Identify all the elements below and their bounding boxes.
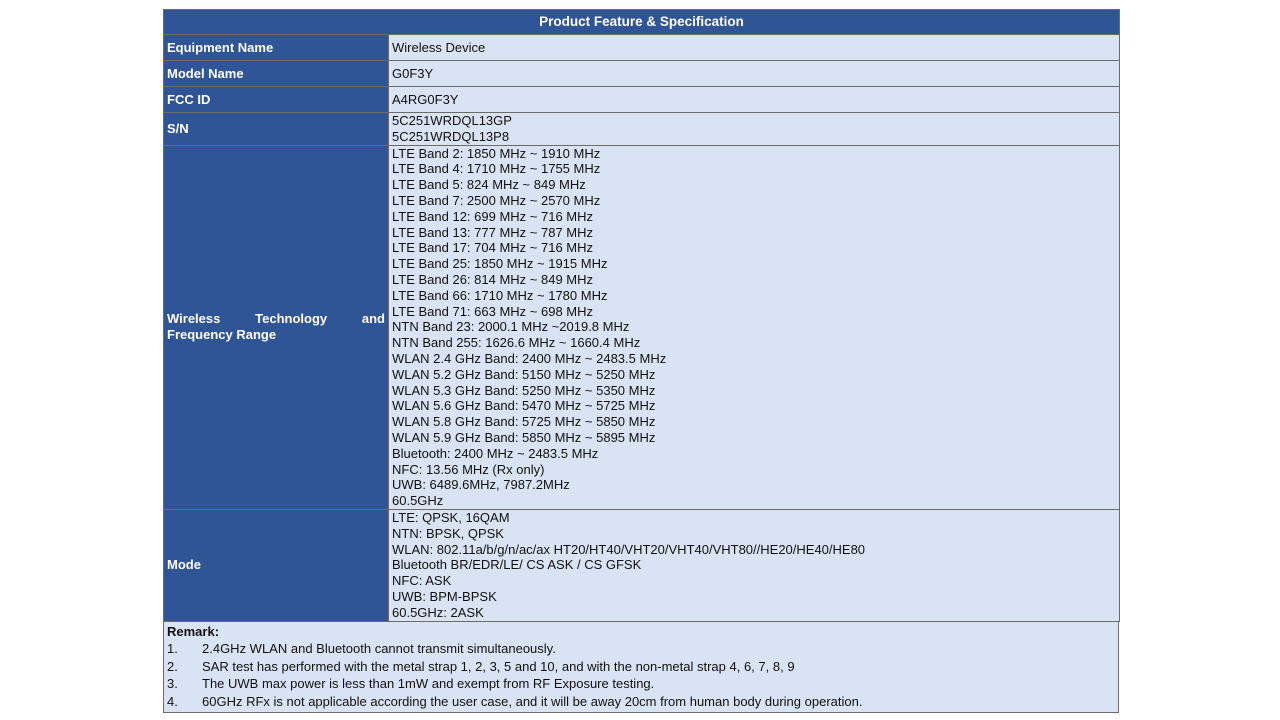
serial-number-line: 5C251WRDQL13P8 [392, 128, 510, 144]
row-value-serial-number: 5C251WRDQL13GP 5C251WRDQL13P8 [387, 112, 1121, 146]
table-row: Model Name G0F3Y [163, 60, 1121, 87]
frequency-line: NFC: 13.56 MHz (Rx only) [392, 461, 545, 477]
remark-text: 60GHz RFx is not applicable according th… [202, 693, 863, 709]
frequency-line: 60.5GHz [392, 493, 444, 509]
row-label-wireless-technology: Wireless Technology and Frequency Range [163, 144, 389, 510]
remark-item: 1. 2.4GHz WLAN and Bluetooth cannot tran… [167, 640, 1115, 658]
remark-title: Remark: [167, 623, 220, 639]
mode-line: LTE: QPSK, 16QAM [392, 509, 510, 525]
frequency-line: LTE Band 71: 663 MHz ~ 698 MHz [392, 303, 593, 319]
frequency-line: WLAN 5.8 GHz Band: 5725 MHz ~ 5850 MHz [392, 414, 656, 430]
frequency-line: LTE Band 13: 777 MHz ~ 787 MHz [392, 224, 593, 240]
row-label-equipment-name: Equipment Name [163, 34, 389, 61]
remark-text: The UWB max power is less than 1mW and e… [202, 676, 655, 692]
frequency-line: LTE Band 17: 704 MHz ~ 716 MHz [392, 240, 593, 256]
mode-line: Bluetooth BR/EDR/LE/ CS ASK / CS GFSK [392, 557, 642, 573]
remark-number: 4. [167, 693, 178, 709]
remark-number: 1. [167, 641, 178, 657]
table-title: Product Feature & Specification [162, 9, 1121, 35]
frequency-line: LTE Band 7: 2500 MHz ~ 2570 MHz [392, 192, 601, 208]
frequency-line: Bluetooth: 2400 MHz ~ 2483.5 MHz [392, 445, 599, 461]
wireless-label-line-1: Wireless Technology and [167, 311, 385, 327]
row-label-serial-number: S/N [163, 112, 389, 146]
frequency-line: LTE Band 26: 814 MHz ~ 849 MHz [392, 271, 593, 287]
frequency-line: LTE Band 12: 699 MHz ~ 716 MHz [392, 208, 593, 224]
mode-line: NFC: ASK [392, 573, 452, 589]
remark-text: 2.4GHz WLAN and Bluetooth cannot transmi… [202, 641, 556, 657]
row-label-mode: Mode [163, 508, 389, 622]
frequency-line: LTE Band 2: 1850 MHz ~ 1910 MHz [392, 145, 601, 161]
row-label-fcc-id: FCC ID [163, 86, 389, 113]
row-value-model-name: G0F3Y [387, 60, 1121, 87]
mode-line: WLAN: 802.11a/b/g/n/ac/ax HT20/HT40/VHT2… [392, 541, 866, 557]
row-value-wireless-technology: LTE Band 2: 1850 MHz ~ 1910 MHz LTE Band… [387, 144, 1121, 510]
serial-number-line: 5C251WRDQL13GP [392, 113, 512, 128]
table-row: Mode LTE: QPSK, 16QAM NTN: BPSK, QPSK WL… [163, 508, 1121, 622]
table-row: FCC ID A4RG0F3Y [163, 86, 1121, 113]
frequency-line: LTE Band 4: 1710 MHz ~ 1755 MHz [392, 161, 601, 177]
remark-text: SAR test has performed with the metal st… [202, 658, 795, 674]
row-value-mode: LTE: QPSK, 16QAM NTN: BPSK, QPSK WLAN: 8… [387, 508, 1121, 622]
frequency-line: WLAN 5.3 GHz Band: 5250 MHz ~ 5350 MHz [392, 382, 656, 398]
table-row: S/N 5C251WRDQL13GP 5C251WRDQL13P8 [163, 112, 1121, 146]
table-header-row: Product Feature & Specification [162, 9, 1121, 35]
frequency-line: WLAN 5.2 GHz Band: 5150 MHz ~ 5250 MHz [392, 366, 656, 382]
frequency-line: LTE Band 5: 824 MHz ~ 849 MHz [392, 177, 586, 193]
remark-number: 2. [167, 658, 178, 674]
frequency-line: LTE Band 25: 1850 MHz ~ 1915 MHz [392, 256, 608, 272]
mode-line: UWB: BPM-BPSK [392, 588, 497, 604]
frequency-line: WLAN 5.6 GHz Band: 5470 MHz ~ 5725 MHz [392, 398, 656, 414]
remark-item: 3. The UWB max power is less than 1mW an… [167, 675, 1115, 693]
wireless-label-line-2: Frequency Range [167, 327, 277, 343]
spec-table: Product Feature & Specification Equipmen… [162, 9, 1121, 622]
remark-number: 3. [167, 676, 178, 692]
frequency-line: WLAN 2.4 GHz Band: 2400 MHz ~ 2483.5 MHz [392, 350, 667, 366]
mode-line: 60.5GHz: 2ASK [392, 604, 484, 620]
remark-section: Remark: 1. 2.4GHz WLAN and Bluetooth can… [163, 621, 1119, 714]
table-row: Equipment Name Wireless Device [163, 34, 1121, 61]
mode-line: NTN: BPSK, QPSK [392, 525, 504, 541]
frequency-line: NTN Band 255: 1626.6 MHz ~ 1660.4 MHz [392, 335, 641, 351]
frequency-line: LTE Band 66: 1710 MHz ~ 1780 MHz [392, 287, 608, 303]
row-label-model-name: Model Name [163, 60, 389, 87]
table-row: Wireless Technology and Frequency Range … [163, 144, 1121, 510]
frequency-line: UWB: 6489.6MHz, 7987.2MHz [392, 477, 570, 493]
frequency-line: NTN Band 23: 2000.1 MHz ~2019.8 MHz [392, 319, 630, 335]
spec-document: Product Feature & Specification Equipmen… [162, 9, 1121, 714]
remark-item: 4. 60GHz RFx is not applicable according… [167, 693, 1115, 711]
frequency-line: WLAN 5.9 GHz Band: 5850 MHz ~ 5895 MHz [392, 429, 656, 445]
row-value-fcc-id: A4RG0F3Y [387, 86, 1121, 113]
row-value-equipment-name: Wireless Device [387, 34, 1121, 61]
remark-item: 2. SAR test has performed with the metal… [167, 658, 1115, 676]
